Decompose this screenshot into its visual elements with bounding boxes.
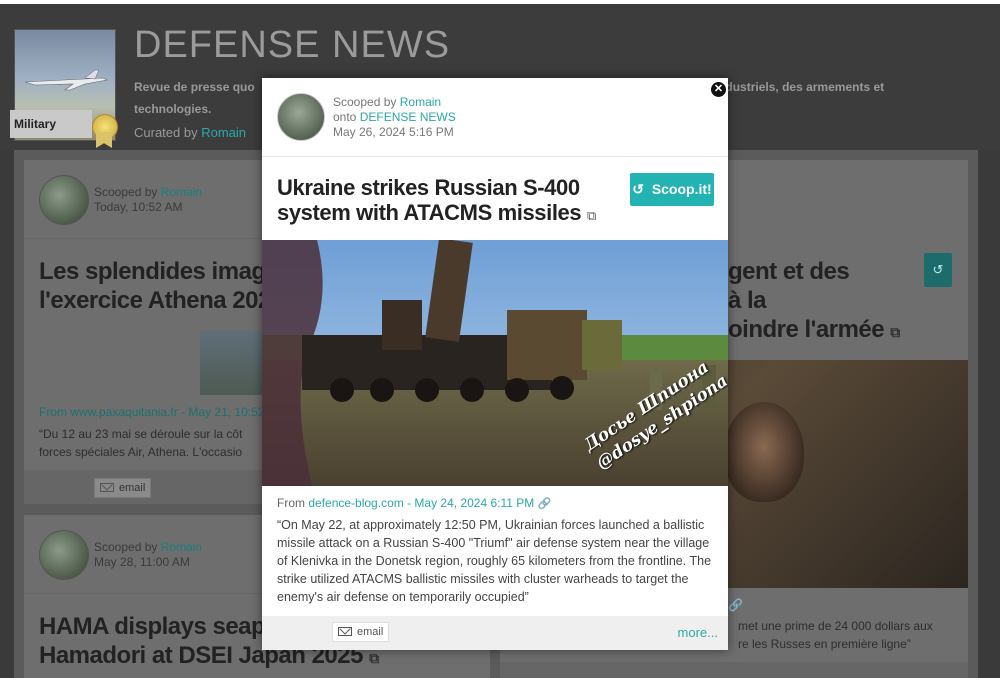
scoop-title-text: Ukraine strikes Russian S-400 system wit… (277, 175, 582, 225)
link-icon[interactable]: 🔗 (728, 598, 743, 612)
source-link[interactable]: defence-blog.com - May 24, 2024 6:11 PM (308, 496, 534, 510)
snippet-line: met une prime de 24 000 dollars aux (738, 619, 933, 633)
scoop-source: From defence-blog.com - May 24, 2024 6:1… (277, 496, 551, 510)
repost-button[interactable]: ↺ (924, 253, 952, 287)
curator-avatar[interactable] (39, 175, 89, 225)
scoop-title-line: Les splendides images (39, 258, 292, 285)
curated-by: Curated by Romain (134, 125, 246, 140)
curator-avatar[interactable] (39, 530, 89, 580)
email-label: email (119, 482, 146, 494)
curator-link[interactable]: Romain (201, 125, 246, 140)
curator-link[interactable]: Romain (161, 185, 202, 199)
aircraft-image (24, 69, 108, 91)
source-prefix: From (277, 496, 305, 510)
medal-ribbon-icon (96, 132, 112, 148)
scoopit-label: Scoop.it! (651, 181, 712, 197)
email-button[interactable]: email (94, 478, 152, 498)
topic-title[interactable]: DEFENSE NEWS (134, 24, 450, 67)
curator-link[interactable]: Romain (161, 540, 202, 554)
category-badge: Military (10, 110, 92, 138)
snippet-line: forces spéciales Air, Athena. L'occasio (39, 445, 243, 459)
scoop-snippet: “Du 12 au 23 mai se déroule sur la côt f… (39, 425, 242, 461)
portrait-image (724, 402, 804, 502)
envelope-icon (338, 627, 352, 636)
scoop-meta: Scooped by Romain onto DEFENSE NEWS May … (333, 95, 456, 140)
curated-prefix: Curated by (134, 125, 198, 140)
scoop-title-line: l'exercice Athena 2025 (39, 287, 284, 314)
scoop-snippet: met une prime de 24 000 dollars aux re l… (738, 617, 933, 653)
scoop-modal: ✕ Scooped by Romain onto DEFENSE NEWS Ma… (262, 78, 728, 650)
topic-description-end: s industriels, des armements et (704, 80, 885, 94)
more-link[interactable]: more... (678, 625, 718, 640)
card-footer (500, 662, 968, 678)
scoop-time: May 28, 11:00 AM (94, 555, 190, 569)
curator-link[interactable]: Romain (400, 95, 441, 109)
scoop-title[interactable]: gent et des à la oindre l'armée ⧉ (728, 257, 948, 347)
scoop-image[interactable]: Досье Шпиона @dosye_shpiona (262, 240, 728, 486)
snippet-line: re les Russes en première ligne” (738, 637, 911, 651)
curator-avatar[interactable] (277, 93, 325, 141)
scoop-meta: Scooped by Romain May 28, 11:00 AM (94, 540, 202, 570)
external-link-icon[interactable]: ⧉ (890, 324, 900, 340)
email-label: email (357, 626, 384, 638)
scooped-prefix: Scooped by (94, 540, 158, 554)
link-icon[interactable]: 🔗 (538, 498, 552, 510)
topic-description-line2: technologies. (134, 102, 212, 116)
scoop-title-line: oindre l'armée (728, 316, 885, 343)
external-link-icon[interactable]: ⧉ (369, 650, 379, 666)
scoop-image[interactable] (200, 331, 262, 395)
email-button[interactable]: email (332, 622, 390, 642)
topic-link[interactable]: DEFENSE NEWS (360, 110, 456, 124)
topic-description-start: Revue de presse quo (134, 80, 255, 94)
scoop-date: May 26, 2024 5:16 PM (333, 125, 454, 139)
repost-icon: ↺ (632, 181, 645, 197)
onto-prefix: onto (333, 110, 357, 124)
destroyed-vehicle-photo (262, 240, 728, 486)
close-icon[interactable]: ✕ (710, 81, 727, 98)
scoop-snippet: “On May 22, at approximately 12:50 PM, U… (277, 518, 712, 604)
repost-icon: ↺ (932, 262, 944, 277)
scoop-meta: Scooped by Romain Today, 10:52 AM (94, 185, 202, 215)
scoop-time: Today, 10:52 AM (94, 200, 183, 214)
scoop-source[interactable]: From www.paxaquitania.fr - May 21, 10:52 (39, 405, 264, 419)
scoop-title-line: gent et des (728, 258, 850, 285)
divider (262, 156, 728, 157)
modal-footer: email more... (262, 616, 728, 650)
envelope-icon (100, 483, 114, 492)
scooped-prefix: Scooped by (333, 95, 397, 109)
snippet-line: “Du 12 au 23 mai se déroule sur la côt (39, 427, 243, 441)
scoop-title-line: HAMA displays seaplar (39, 613, 294, 640)
scooped-prefix: Scooped by (94, 185, 158, 199)
scoopit-button[interactable]: ↺ Scoop.it! (630, 173, 714, 206)
scoop-title[interactable]: Ukraine strikes Russian S-400 system wit… (277, 175, 607, 228)
external-link-icon[interactable]: ⧉ (587, 208, 596, 223)
scoop-title-line: à la (728, 287, 767, 314)
